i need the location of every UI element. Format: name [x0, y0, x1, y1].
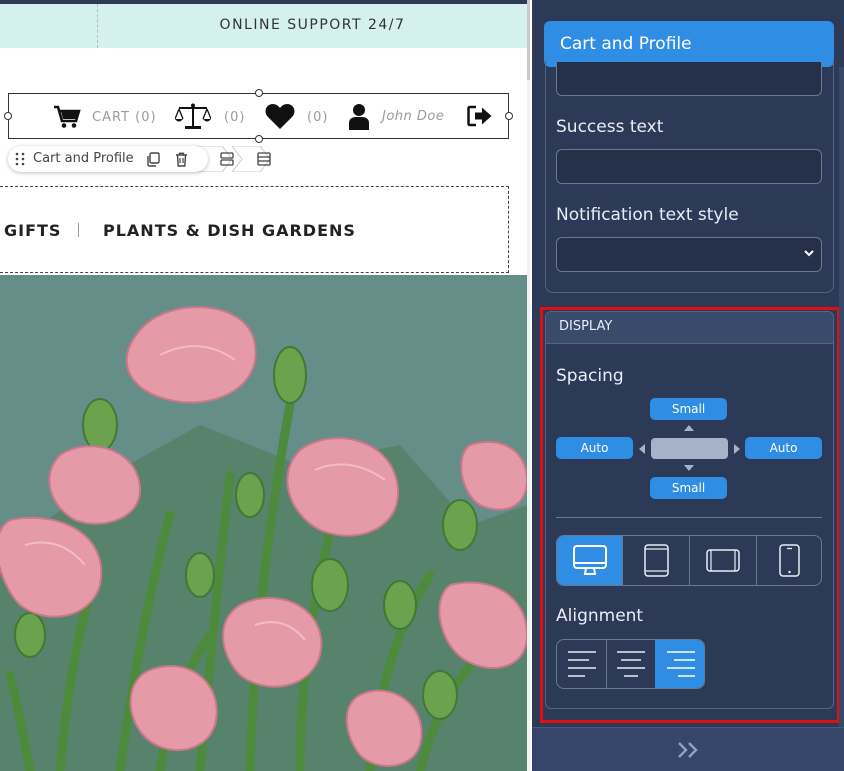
hero-image: [0, 275, 527, 771]
column-layout-icon[interactable]: [257, 152, 271, 166]
resize-handle-left[interactable]: [4, 112, 12, 120]
block-toolbar: Cart and Profile: [8, 146, 286, 172]
wishlist-count[interactable]: (0): [307, 110, 328, 125]
canvas-scrollbar[interactable]: [527, 0, 530, 771]
align-center-icon: [617, 651, 645, 677]
section-divider: [556, 517, 822, 518]
spacing-up-arrow-icon: [684, 425, 694, 431]
spacing-preview-box: [651, 438, 728, 459]
spacing-top-button[interactable]: Small: [650, 398, 727, 420]
alignment-label: Alignment: [556, 606, 644, 626]
device-toggle-group: [556, 535, 822, 586]
roses-illustration: [0, 275, 527, 771]
tablet-portrait-icon: [644, 544, 669, 577]
trash-icon[interactable]: [175, 152, 188, 167]
mobile-icon: [779, 544, 800, 577]
panel-title: Cart and Profile: [560, 34, 692, 54]
spacing-down-arrow-icon: [684, 465, 694, 471]
alignment-toggle-group: [556, 639, 705, 689]
resize-handle-bottom[interactable]: [255, 135, 263, 143]
section-guide-line: [97, 4, 98, 48]
align-left-icon: [568, 651, 596, 677]
canvas-scrollbar-thumb[interactable]: [527, 0, 530, 80]
align-left-button[interactable]: [557, 640, 607, 688]
spacing-label: Spacing: [556, 366, 624, 386]
nav-item-gifts[interactable]: GIFTS: [4, 221, 61, 240]
support-text: ONLINE SUPPORT 24/7: [219, 17, 406, 33]
device-mobile-button[interactable]: [757, 536, 821, 585]
spacing-right-arrow-icon: [734, 444, 740, 454]
support-bar: ONLINE SUPPORT 24/7: [0, 4, 527, 48]
nav-item-plants[interactable]: PLANTS & DISH GARDENS: [103, 221, 356, 240]
cart-label[interactable]: CART (0): [92, 110, 157, 125]
success-text-label: Success text: [556, 117, 664, 137]
cart-profile-block[interactable]: CART (0) (0) (0) John Doe: [4, 89, 513, 143]
tablet-landscape-icon: [706, 549, 740, 572]
notification-style-label: Notification text style: [556, 205, 739, 225]
copy-icon[interactable]: [146, 152, 160, 167]
previous-field-input[interactable]: [556, 62, 822, 96]
align-right-button[interactable]: [655, 640, 704, 688]
toolbar-block-name: Cart and Profile: [33, 151, 134, 166]
spacing-right-button[interactable]: Auto: [745, 437, 822, 459]
user-name[interactable]: John Doe: [382, 109, 444, 124]
align-right-icon: [667, 651, 695, 677]
heart-icon[interactable]: [265, 103, 295, 130]
main-navigation: GIFTS PLANTS & DISH GARDENS: [0, 186, 509, 273]
user-icon[interactable]: [348, 103, 370, 130]
row-layout-icon[interactable]: [220, 152, 234, 166]
align-center-button[interactable]: [606, 640, 656, 688]
chevron-down-icon[interactable]: [803, 247, 815, 259]
compare-count[interactable]: (0): [224, 110, 245, 125]
success-text-input[interactable]: [556, 149, 822, 184]
resize-handle-right[interactable]: [505, 112, 513, 120]
panel-scrollbar[interactable]: [839, 67, 844, 727]
sign-out-icon[interactable]: [467, 105, 493, 127]
device-tablet-portrait-button[interactable]: [623, 536, 690, 585]
cart-icon[interactable]: [53, 105, 81, 129]
device-tablet-landscape-button[interactable]: [690, 536, 757, 585]
spacing-left-button[interactable]: Auto: [556, 437, 633, 459]
drag-handle-icon[interactable]: [15, 152, 25, 166]
desktop-icon: [573, 545, 607, 575]
resize-handle-top[interactable]: [255, 89, 263, 97]
device-desktop-button[interactable]: [557, 536, 623, 585]
scales-icon[interactable]: [175, 102, 211, 130]
double-chevron-right-icon[interactable]: [676, 738, 702, 762]
page-canvas: ONLINE SUPPORT 24/7 CART (0) (0) (0) Joh…: [0, 0, 530, 771]
notification-style-select[interactable]: [556, 237, 822, 272]
spacing-left-arrow-icon: [639, 444, 645, 454]
nav-separator: [78, 223, 79, 237]
spacing-bottom-button[interactable]: Small: [650, 477, 727, 499]
